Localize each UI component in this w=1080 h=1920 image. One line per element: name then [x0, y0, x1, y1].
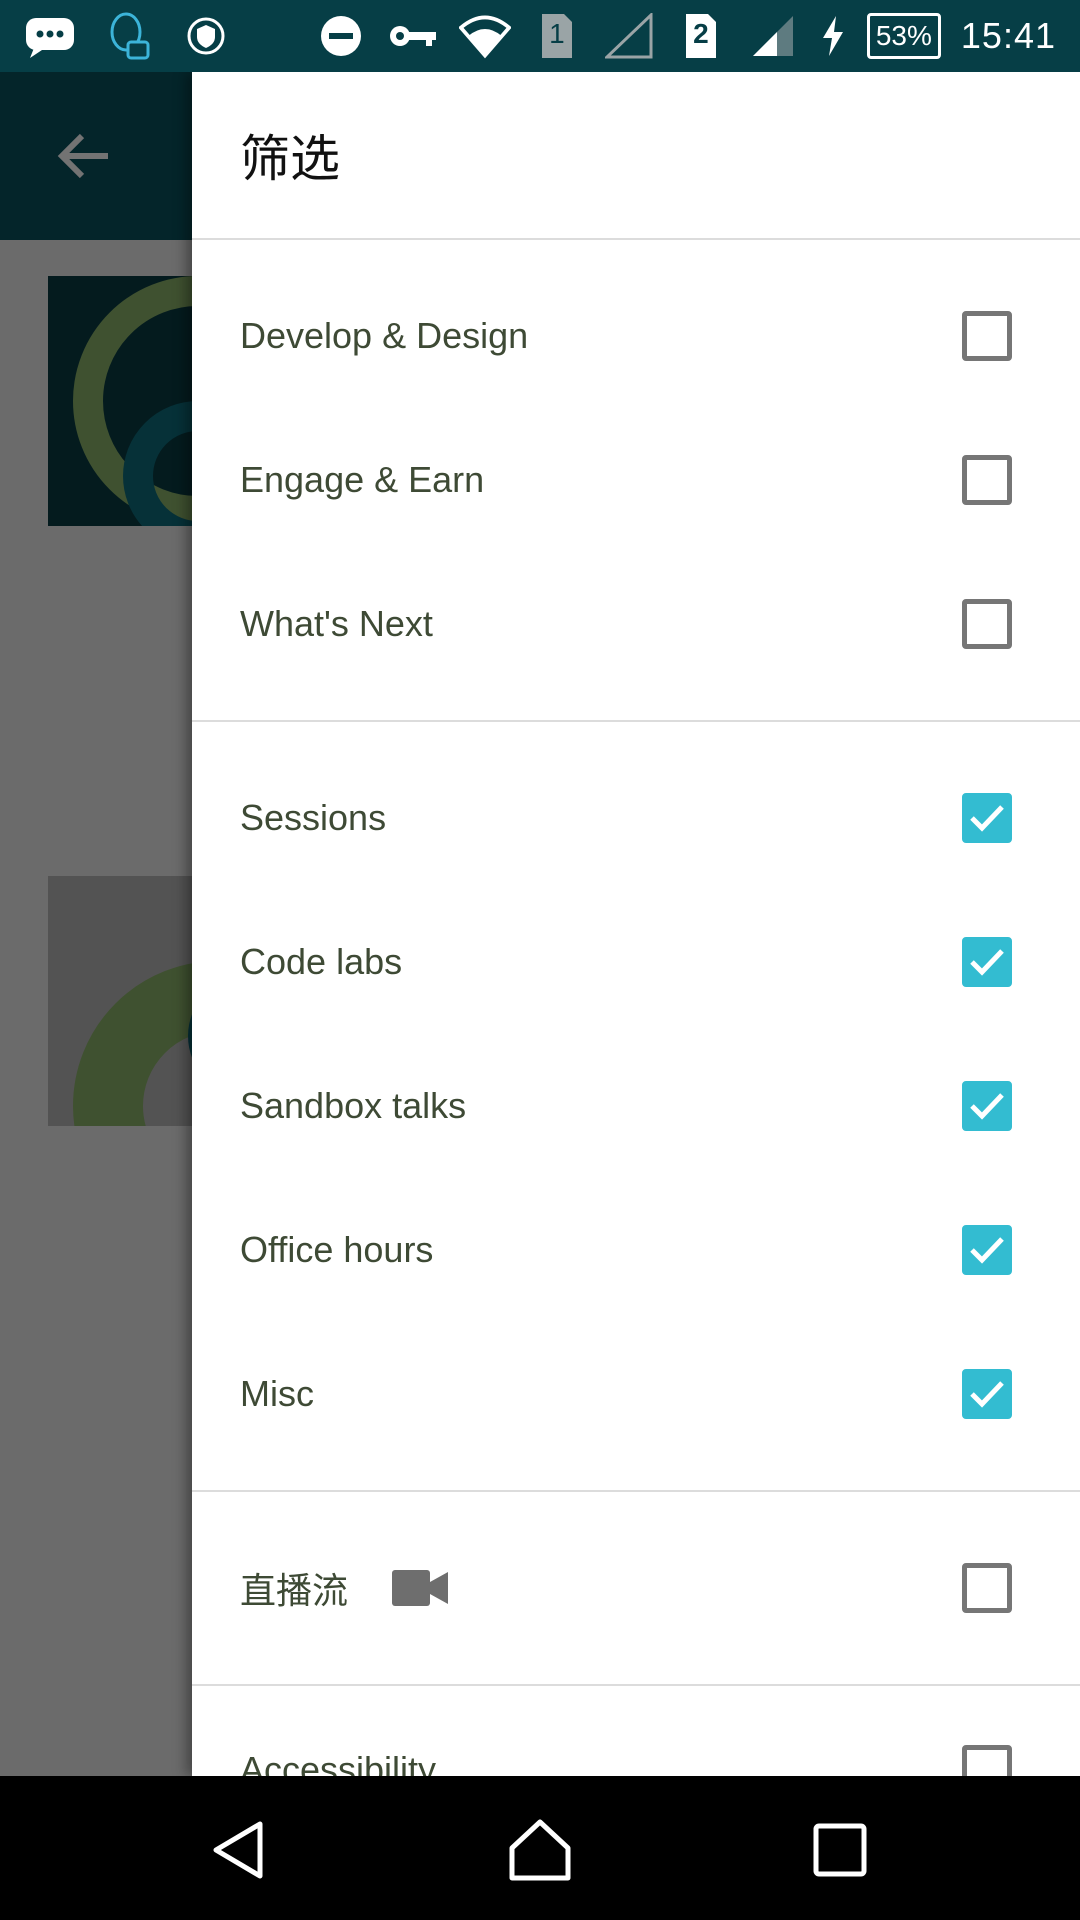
recents-icon[interactable] — [808, 1818, 872, 1882]
filter-item-label: 直播流 — [240, 1570, 349, 1611]
filter-group-livestream: 直播流 — [192, 1492, 1080, 1686]
filter-item-engage-earn[interactable]: Engage & Earn — [192, 408, 1080, 552]
checkbox[interactable] — [962, 793, 1012, 843]
checkbox[interactable] — [962, 1225, 1012, 1275]
filter-item-sessions[interactable]: Sessions — [192, 746, 1080, 890]
chat-bubble-icon — [24, 10, 76, 62]
battery-percent: 53% — [875, 20, 932, 51]
filter-item-label: Accessibility — [240, 1749, 437, 1776]
home-icon[interactable] — [508, 1818, 572, 1882]
checkbox[interactable] — [962, 937, 1012, 987]
filter-item-label: Engage & Earn — [240, 459, 485, 500]
checkbox[interactable] — [962, 1369, 1012, 1419]
filter-group-topics: Develop & Design Engage & Earn What's Ne… — [192, 240, 1080, 722]
filter-item-label: Office hours — [240, 1229, 434, 1270]
checkbox[interactable] — [962, 1563, 1012, 1613]
do-not-disturb-icon — [315, 10, 367, 62]
wifi-icon — [458, 10, 511, 62]
qq-icon — [102, 10, 154, 62]
filter-drawer: 筛选 Develop & Design Engage & Earn What's… — [192, 72, 1080, 1776]
clock: 15:41 — [960, 15, 1056, 56]
filter-item-accessibility[interactable]: Accessibility — [192, 1710, 1080, 1776]
status-bar: 1 2 53% 15:41 — [0, 0, 1080, 72]
vpn-key-icon — [387, 10, 439, 62]
drawer-title: 筛选 — [192, 72, 1080, 240]
filter-item-code-labs[interactable]: Code labs — [192, 890, 1080, 1034]
checkbox[interactable] — [962, 1081, 1012, 1131]
checkbox[interactable] — [962, 1745, 1012, 1776]
status-bar-right: 1 2 53% 15:41 — [315, 10, 1056, 62]
filter-item-develop-design[interactable]: Develop & Design — [192, 264, 1080, 408]
filter-item-label: Misc — [240, 1373, 314, 1414]
sim-1-icon: 1 — [531, 10, 583, 62]
filter-item-label: Sessions — [240, 797, 387, 838]
filter-item-sandbox-talks[interactable]: Sandbox talks — [192, 1034, 1080, 1178]
navigation-bar — [0, 1776, 1080, 1920]
video-camera-icon — [392, 1570, 449, 1606]
filter-item-label: What's Next — [240, 603, 433, 644]
battery-icon: 53% — [866, 13, 941, 59]
filter-item-label: Sandbox talks — [240, 1085, 467, 1126]
filter-item-misc[interactable]: Misc — [192, 1322, 1080, 1466]
charging-icon — [819, 10, 847, 62]
shield-icon — [180, 10, 232, 62]
filter-group-accessibility: Accessibility — [192, 1686, 1080, 1776]
filter-item-whats-next[interactable]: What's Next — [192, 552, 1080, 696]
checkbox[interactable] — [962, 599, 1012, 649]
signal-empty-icon — [603, 10, 655, 62]
status-bar-left — [24, 10, 232, 62]
back-icon[interactable] — [208, 1818, 272, 1882]
filter-item-livestream[interactable]: 直播流 — [192, 1516, 1080, 1660]
signal-icon — [747, 10, 799, 62]
filter-group-types: Sessions Code labs Sandbox talks Office … — [192, 722, 1080, 1492]
checkbox[interactable] — [962, 311, 1012, 361]
filter-item-label-wrap: 直播流 — [240, 1562, 449, 1614]
sim-2-icon: 2 — [675, 10, 727, 62]
filter-item-label: Develop & Design — [240, 315, 529, 356]
filter-item-label: Code labs — [240, 941, 403, 982]
checkbox[interactable] — [962, 455, 1012, 505]
filter-item-office-hours[interactable]: Office hours — [192, 1178, 1080, 1322]
